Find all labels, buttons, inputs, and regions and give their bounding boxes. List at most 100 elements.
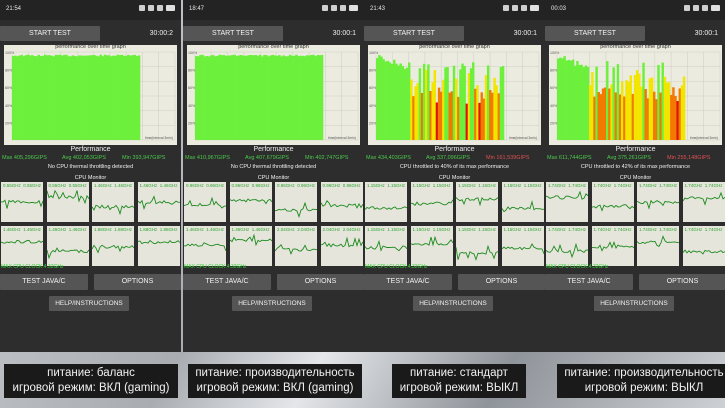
test-java-button[interactable]: TEST JAVA/C: [545, 274, 633, 290]
performance-bar: [35, 56, 38, 140]
axis-tick-label: 60%: [188, 86, 196, 90]
min-gips: Min 255,148GIPS: [667, 155, 711, 161]
axis-tick-label: 80%: [188, 69, 196, 73]
performance-chart-svg: 100% 80% 60% 40% 20% time(interval 3min): [188, 51, 359, 141]
avg-gips: Avg 402,053GIPS: [62, 155, 106, 161]
throttle-message: No CPU thermal throttling detected: [230, 164, 317, 170]
cpu-core-graph: 1.15GHz 1.15GHz: [501, 182, 544, 222]
avg-gips: Avg 407,679GIPS: [245, 155, 289, 161]
throttle-message: CPU throttled to 40% of its max performa…: [399, 164, 510, 170]
axis-tick-label: 100%: [188, 51, 198, 55]
cpu-core-trace-svg: [682, 191, 725, 206]
options-button[interactable]: OPTIONS: [277, 274, 364, 290]
status-time: 21:54: [6, 6, 22, 12]
signal-icon: [322, 5, 328, 11]
avg-gips: Avg 337,096GIPS: [426, 155, 470, 161]
performance-graph: 100% 80% 60% 40% 20% time(interval 3min) perf…: [187, 44, 360, 145]
avg-gips: Avg 375,261GIPS: [607, 155, 651, 161]
performance-bar: [235, 55, 238, 140]
help-instructions-button[interactable]: HELP/INSTRUCTIONS: [413, 296, 493, 311]
performance-bar: [446, 67, 449, 140]
performance-bar: [67, 56, 70, 140]
performance-bar: [612, 67, 615, 140]
cpu-core-graph: 2.04GHz 2.04GHz: [275, 226, 317, 266]
cpu-core-graph: 0.55GHz 0.55GHz: [46, 182, 89, 222]
performance-bar: [303, 56, 307, 140]
max-gips: Max 410,967GIPS: [185, 155, 230, 161]
cpu-core-trace: [275, 201, 317, 219]
cpu-core-graph: 0.96GHz 0.96GHz: [184, 182, 226, 222]
performance-bar: [442, 79, 445, 140]
performance-bar: [625, 80, 628, 140]
cpu-core-graph: 1.46GHz 1.46GHz: [46, 226, 89, 266]
performance-bar: [465, 103, 469, 140]
throttle-message: No CPU thermal throttling detected: [47, 164, 134, 170]
performance-bar: [61, 55, 64, 141]
performance-bar: [672, 87, 675, 140]
performance-bar: [433, 70, 437, 140]
performance-bar: [207, 56, 211, 141]
performance-bar: [231, 55, 234, 140]
performance-bar: [452, 65, 456, 140]
performance-bar: [578, 64, 581, 140]
performance-bar: [653, 91, 656, 140]
cpu-core-trace-svg: [92, 204, 134, 216]
performance-bar: [295, 54, 298, 140]
performance-bar: [589, 85, 592, 140]
performance-bar: [450, 91, 454, 140]
performance-bar: [93, 54, 96, 140]
performance-graph: 100% 80% 60% 40% 20% time(interval 3min) perf…: [4, 44, 177, 145]
performance-bar: [82, 55, 85, 140]
cpu-core-trace-svg: [456, 244, 498, 261]
performance-bar: [486, 65, 490, 140]
performance-bar: [397, 65, 400, 140]
start-test-button[interactable]: START TEST: [0, 26, 100, 41]
performance-bar: [99, 54, 102, 140]
performance-bar: [476, 85, 479, 140]
wifi-icon: [512, 5, 518, 11]
performance-bar: [195, 56, 198, 140]
performance-bar: [416, 83, 419, 140]
performance-bar: [431, 82, 434, 140]
performance-bar: [670, 94, 673, 140]
options-button[interactable]: OPTIONS: [94, 274, 181, 290]
performance-bar: [386, 60, 390, 140]
performance-bar: [501, 65, 505, 140]
performance-bar: [595, 66, 598, 140]
performance-stats: Max 611,744GIPS Avg 375,261GIPS Min 255,…: [547, 155, 724, 163]
start-test-button[interactable]: START TEST: [545, 26, 645, 41]
performance-chart-svg: 100% 80% 60% 40% 20% time(interval 3min): [5, 51, 176, 141]
performance-bar: [112, 55, 115, 141]
test-java-button[interactable]: TEST JAVA/C: [183, 274, 271, 290]
options-button[interactable]: OPTIONS: [458, 274, 545, 290]
performance-bar: [314, 56, 317, 140]
performance-bar: [103, 54, 107, 140]
help-instructions-button[interactable]: HELP/INSTRUCTIONS: [232, 296, 312, 311]
performance-graph: 100% 80% 60% 40% 20% time(interval 3min) perf…: [368, 44, 541, 145]
performance-bar: [239, 55, 243, 141]
min-gips: Min 402,747GIPS: [305, 155, 349, 161]
wifi-icon: [331, 5, 337, 11]
help-instructions-button[interactable]: HELP/INSTRUCTIONS: [49, 296, 129, 311]
cpu-core-graph: 1.15GHz 1.15GHz: [410, 226, 453, 266]
help-instructions-button[interactable]: HELP/INSTRUCTIONS: [594, 296, 674, 311]
test-java-button[interactable]: TEST JAVA/C: [364, 274, 452, 290]
performance-bar: [418, 68, 422, 140]
status-time: 21:43: [370, 6, 386, 12]
performance-bar: [448, 92, 451, 140]
performance-title: Performance: [70, 146, 111, 153]
timer: 30:00:1: [332, 30, 356, 37]
status-time: 18:47: [189, 6, 205, 12]
performance-bar: [412, 96, 415, 140]
start-test-button[interactable]: START TEST: [364, 26, 464, 41]
performance-bar: [265, 55, 268, 140]
cpu-monitor-grid: 0.96GHz 0.96GHz 0.96GHz 0.96GHz 0.96GHz 0.96G…: [183, 182, 364, 270]
min-gips: Min 393,947GIPS: [122, 155, 166, 161]
cpu-core-trace: [137, 195, 180, 210]
test-java-button[interactable]: TEST JAVA/C: [0, 274, 88, 290]
start-test-button[interactable]: START TEST: [183, 26, 283, 41]
options-button[interactable]: OPTIONS: [639, 274, 725, 290]
caption-2: питание: производительность игровой режи…: [188, 364, 362, 398]
cpu-core-trace: [320, 236, 363, 248]
caption-game-mode: игровой режим: ВЫКЛ: [399, 382, 519, 394]
